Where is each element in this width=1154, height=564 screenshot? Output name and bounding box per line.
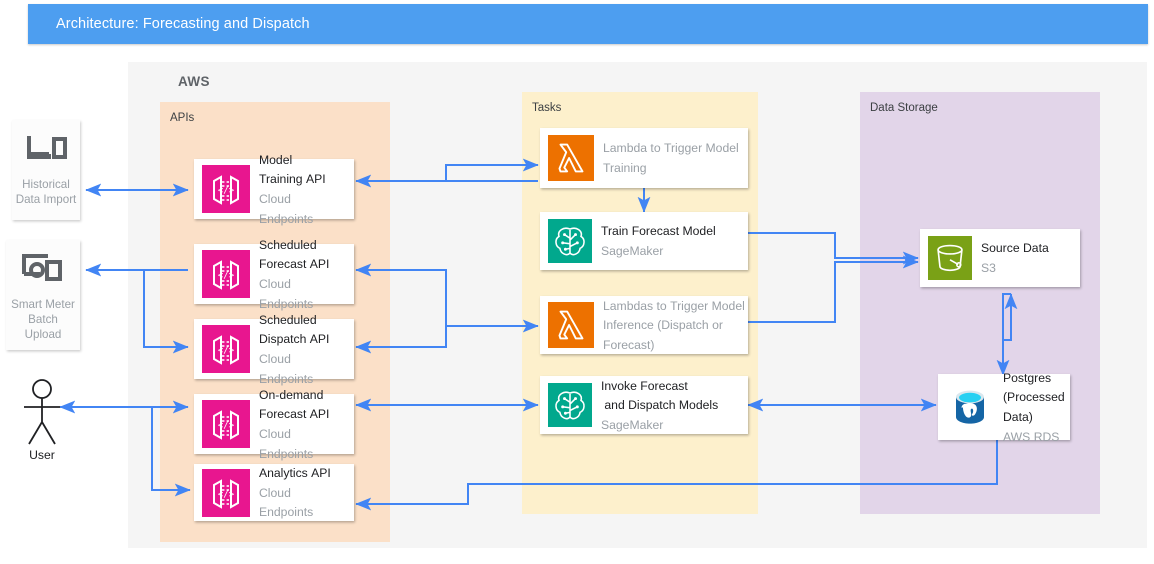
edge-scheduled-dispatch-to-lambda-inference [356,319,539,348]
node-ondemand-forecast-api-subtitle: Cloud Endpoints [259,427,314,461]
cloud-endpoints-icon: </> [202,400,250,448]
node-invoke-forecast-dispatch-models-subtitle: SageMaker [601,417,664,432]
node-scheduled-forecast-api-subtitle: Cloud Endpoints [259,277,314,311]
node-model-training-api-title: Model Training API [259,152,326,187]
stick-figure-icon [24,379,60,445]
node-analytics-api-subtitle: Cloud Endpoints [259,485,314,520]
lambda-icon [548,135,594,181]
sagemaker-icon [548,383,592,427]
node-scheduled-dispatch-api-title: Scheduled Dispatch API [259,312,330,347]
node-scheduled-dispatch-api[interactable]: </> Scheduled Dispatch API Cloud Endpoint… [194,313,354,386]
edge-postgres-to-analytics [355,440,998,511]
node-analytics-api[interactable]: </> Analytics API Cloud Endpoints [194,464,354,521]
external-node-historical-data-import[interactable]: Historical Data Import [12,120,80,220]
node-source-data-title: Source Data [981,241,1049,256]
node-source-data-subtitle: S3 [981,261,996,275]
actor-user-label: User [29,448,55,462]
node-lambdas-trigger-model-inference[interactable]: Lambdas to Trigger Model Inference (Dispa… [540,296,748,354]
cloud-endpoints-icon: </> [202,165,250,213]
node-ondemand-forecast-api-title: On-demand Forecast API [259,387,330,422]
smart-meter-icon [20,252,66,291]
node-postgres-processed-data-title: Postgres (Processed Data) [1003,370,1065,424]
external-node-smart-meter-batch-upload-label: Smart Meter Batch Upload [11,298,75,342]
edge-postgres-to-source-data [1002,293,1018,375]
svg-text:</>: </> [218,490,235,500]
node-train-forecast-model-subtitle: SageMaker [601,244,664,258]
cloud-endpoints-icon: </> [202,468,250,517]
node-analytics-api-title: Analytics API [259,466,331,481]
s3-bucket-icon [928,236,972,280]
postgres-icon [946,383,994,431]
svg-text:</>: </> [218,186,235,196]
svg-text:</>: </> [218,346,235,356]
node-postgres-processed-data[interactable]: Postgres (Processed Data) AWS RDS [938,370,1070,444]
node-model-training-api-subtitle: Cloud Endpoints [259,192,314,226]
edge-user-to-analytics [151,407,191,497]
node-scheduled-forecast-api[interactable]: </> Scheduled Forecast API Cloud Endpoint… [194,238,354,311]
node-train-forecast-model[interactable]: Train Forecast Model SageMaker [540,212,748,270]
node-source-data[interactable]: Source Data S3 [920,229,1080,287]
node-train-forecast-model-title: Train Forecast Model [601,224,716,239]
cloud-endpoints-icon: </> [202,325,250,373]
svg-text:</>: </> [218,271,235,281]
edge-lambda-inference-to-source-data [748,255,919,323]
node-lambda-trigger-model-training-title: Lambda to Trigger Model Training [603,141,739,175]
node-lambdas-trigger-model-inference-title: Lambdas to Trigger Model Inference (Dispa… [603,298,745,352]
external-node-smart-meter-batch-upload[interactable]: Smart Meter Batch Upload [6,240,80,350]
cloud-endpoints-icon: </> [202,250,250,298]
edge-smart-meter-corridor [143,270,189,354]
edge-source-data-to-postgres [996,293,1011,376]
node-scheduled-forecast-api-title: Scheduled Forecast API [259,237,330,272]
node-invoke-forecast-dispatch-models[interactable]: Invoke Forecast and Dispatch Models Sage… [540,376,748,434]
node-invoke-forecast-dispatch-models-title: Invoke Forecast and Dispatch Models [601,378,719,413]
actor-user[interactable]: User [10,378,74,470]
node-lambda-trigger-model-training[interactable]: Lambda to Trigger Model Training [540,128,748,188]
lambda-icon [548,302,594,348]
node-ondemand-forecast-api[interactable]: </> On-demand Forecast API Cloud Endpoint… [194,388,354,461]
diagram-canvas: Architecture: Forecasting and Dispatch A… [0,0,1154,564]
edge-lambda-inference-to-scheduled-forecast [355,263,538,327]
external-node-historical-data-import-label: Historical Data Import [15,178,77,207]
sagemaker-icon [548,219,592,263]
node-model-training-api[interactable]: </> Model Training API Cloud Endpoints [194,153,354,226]
device-import-icon [25,132,67,171]
svg-text:</>: </> [218,421,235,431]
node-scheduled-dispatch-api-subtitle: Cloud Endpoints [259,352,314,386]
edge-train-forecast-to-source-data [748,232,919,265]
node-postgres-processed-data-subtitle: AWS RDS [1003,429,1060,444]
edge-model-training-to-lambda-training [356,158,539,182]
